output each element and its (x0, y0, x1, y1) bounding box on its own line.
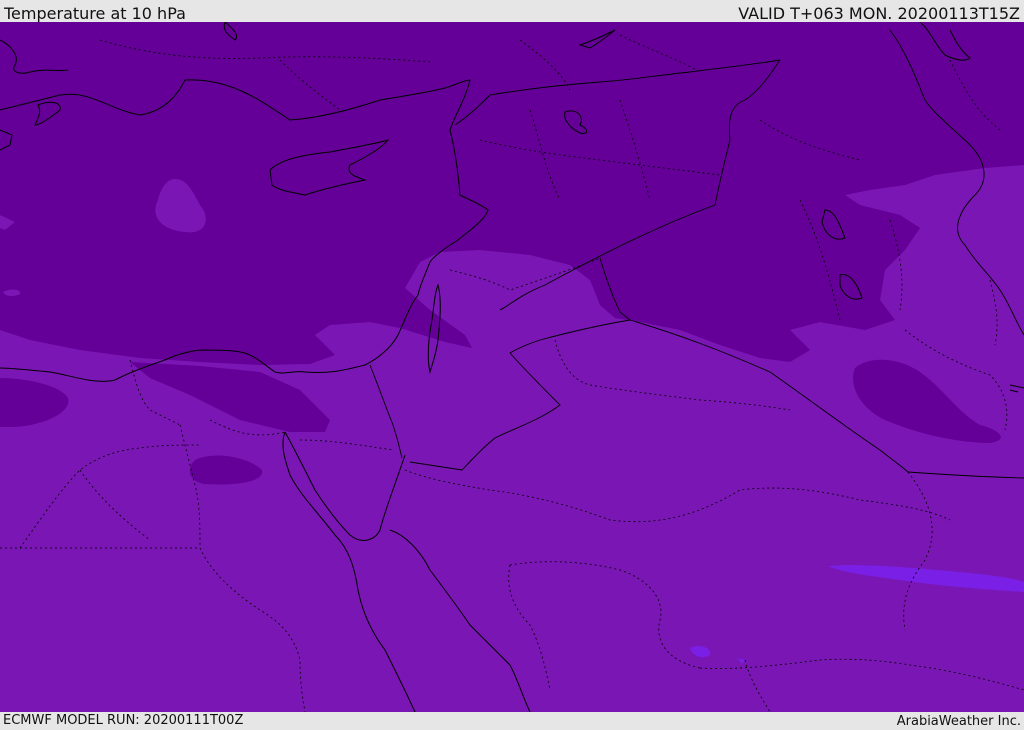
credit-label: ArabiaWeather Inc. (896, 714, 1021, 729)
map-svg (0, 22, 1024, 712)
footer-bar: ECMWF MODEL RUN: 20200111T00Z ArabiaWeat… (0, 712, 1024, 729)
model-run-label: ECMWF MODEL RUN: 20200111T00Z (3, 713, 244, 728)
header-bar: Temperature at 10 hPa VALID T+063 MON. 2… (0, 0, 1024, 23)
valid-time-label: VALID T+063 MON. 20200113T15Z (738, 4, 1020, 23)
weather-map (0, 22, 1024, 712)
map-title: Temperature at 10 hPa (4, 4, 186, 23)
